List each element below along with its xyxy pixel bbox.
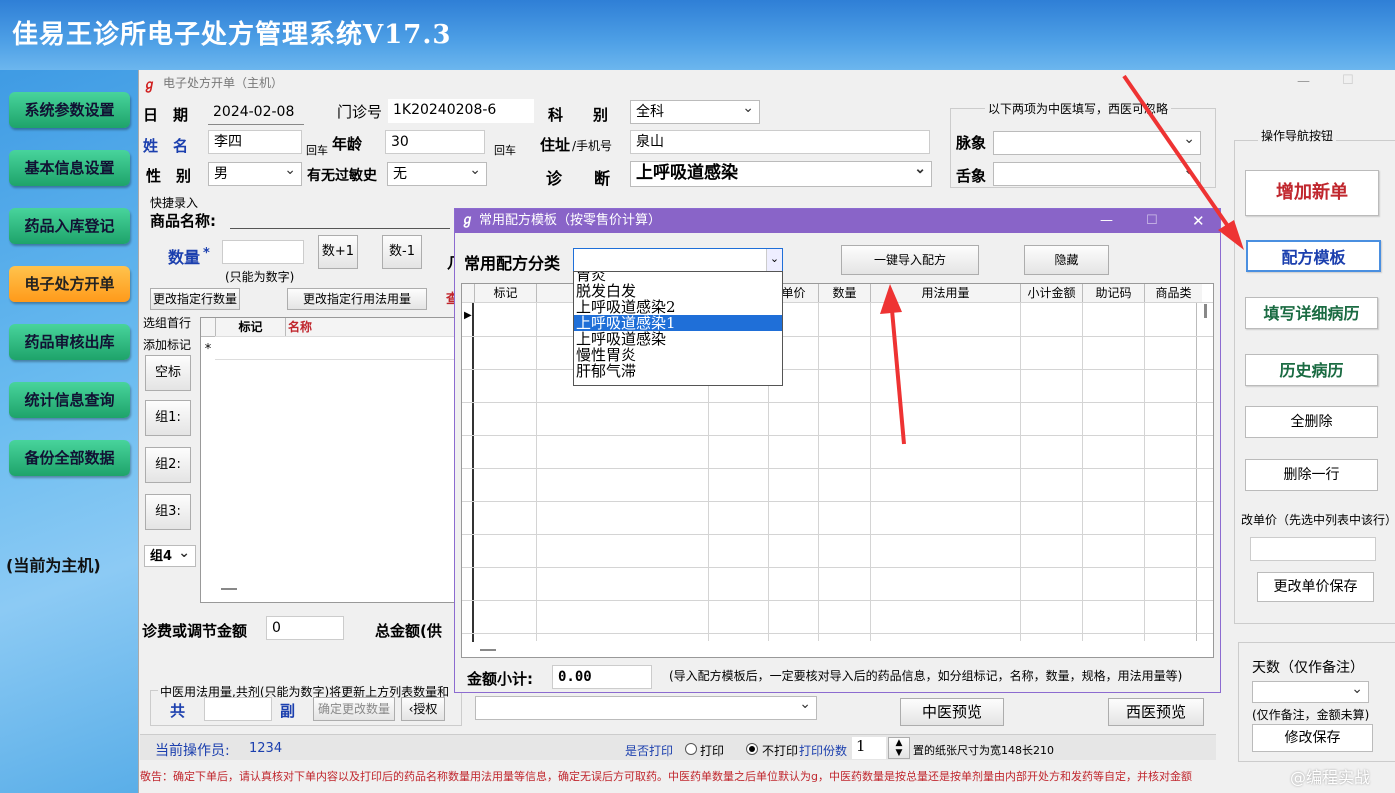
arrow-to-template-head [1218,220,1244,250]
annotation-arrows [880,74,1244,445]
arrow-to-import-line [890,309,906,445]
arrow-to-import-head [880,284,902,314]
arrow-to-template-line [1122,74,1234,234]
